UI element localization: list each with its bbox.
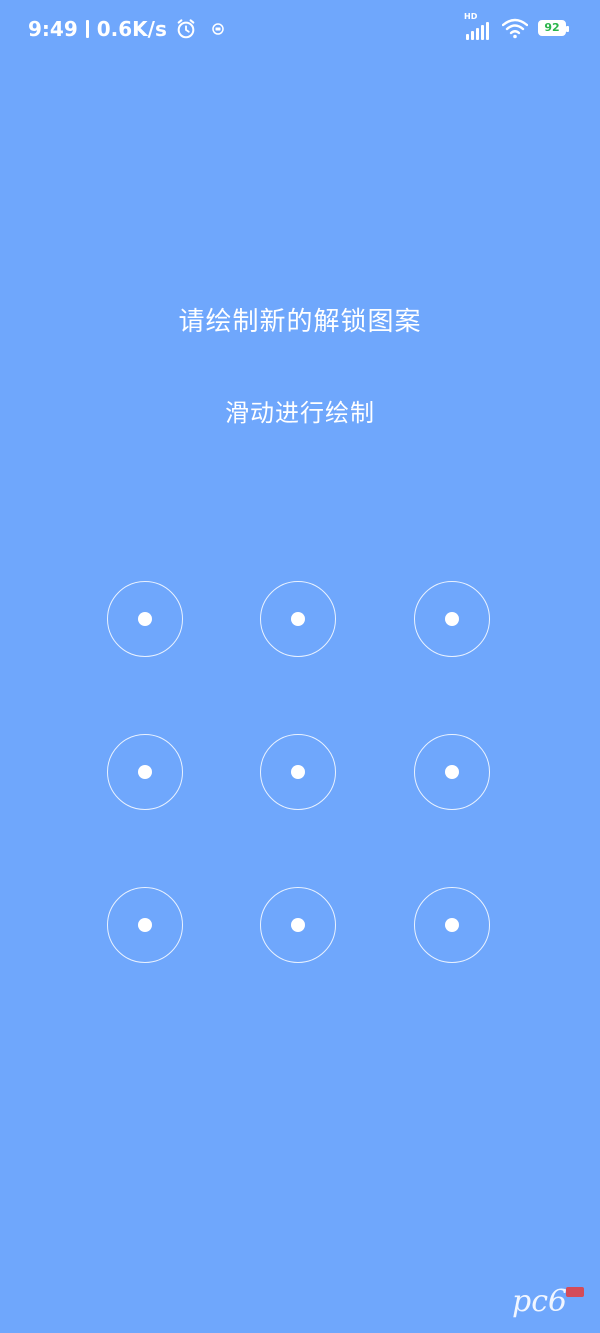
- pattern-node-4[interactable]: [107, 734, 183, 810]
- pattern-node-dot: [445, 612, 459, 626]
- pattern-lock-grid[interactable]: [107, 581, 491, 965]
- pattern-node-9[interactable]: [414, 887, 490, 963]
- pattern-node-1[interactable]: [107, 581, 183, 657]
- pattern-node-7[interactable]: [107, 887, 183, 963]
- pattern-node-dot: [138, 918, 152, 932]
- wifi-icon: [502, 18, 528, 39]
- status-bar: 9:49 0.6K/s HD 92: [0, 0, 600, 58]
- notification-icon: [212, 23, 224, 35]
- pattern-node-dot: [445, 765, 459, 779]
- pattern-node-2[interactable]: [260, 581, 336, 657]
- status-time: 9:49: [28, 17, 78, 41]
- status-right: HD 92: [464, 12, 569, 40]
- instruction-text: 滑动进行绘制: [225, 399, 375, 427]
- pattern-node-dot: [291, 765, 305, 779]
- hd-label: HD: [464, 12, 478, 21]
- pattern-node-dot: [138, 612, 152, 626]
- pattern-node-dot: [445, 918, 459, 932]
- pattern-node-8[interactable]: [260, 887, 336, 963]
- alarm-icon: [177, 19, 195, 39]
- signal-icon: HD: [464, 12, 492, 40]
- page-title: 请绘制新的解锁图案: [178, 307, 422, 337]
- pattern-node-5[interactable]: [260, 734, 336, 810]
- network-speed: 0.6K/s: [96, 17, 167, 41]
- pattern-node-dot: [291, 918, 305, 932]
- svg-text:pc6: pc6: [512, 1284, 567, 1319]
- battery-icon: 92: [538, 20, 569, 36]
- pattern-node-3[interactable]: [414, 581, 490, 657]
- pattern-node-dot: [138, 765, 152, 779]
- status-left: 9:49 0.6K/s: [28, 14, 225, 44]
- pattern-node-6[interactable]: [414, 734, 490, 810]
- status-separator: [85, 20, 89, 38]
- pc6-logo-icon: pc6: [512, 1284, 584, 1319]
- pattern-node-dot: [291, 612, 305, 626]
- battery-level: 92: [544, 21, 560, 34]
